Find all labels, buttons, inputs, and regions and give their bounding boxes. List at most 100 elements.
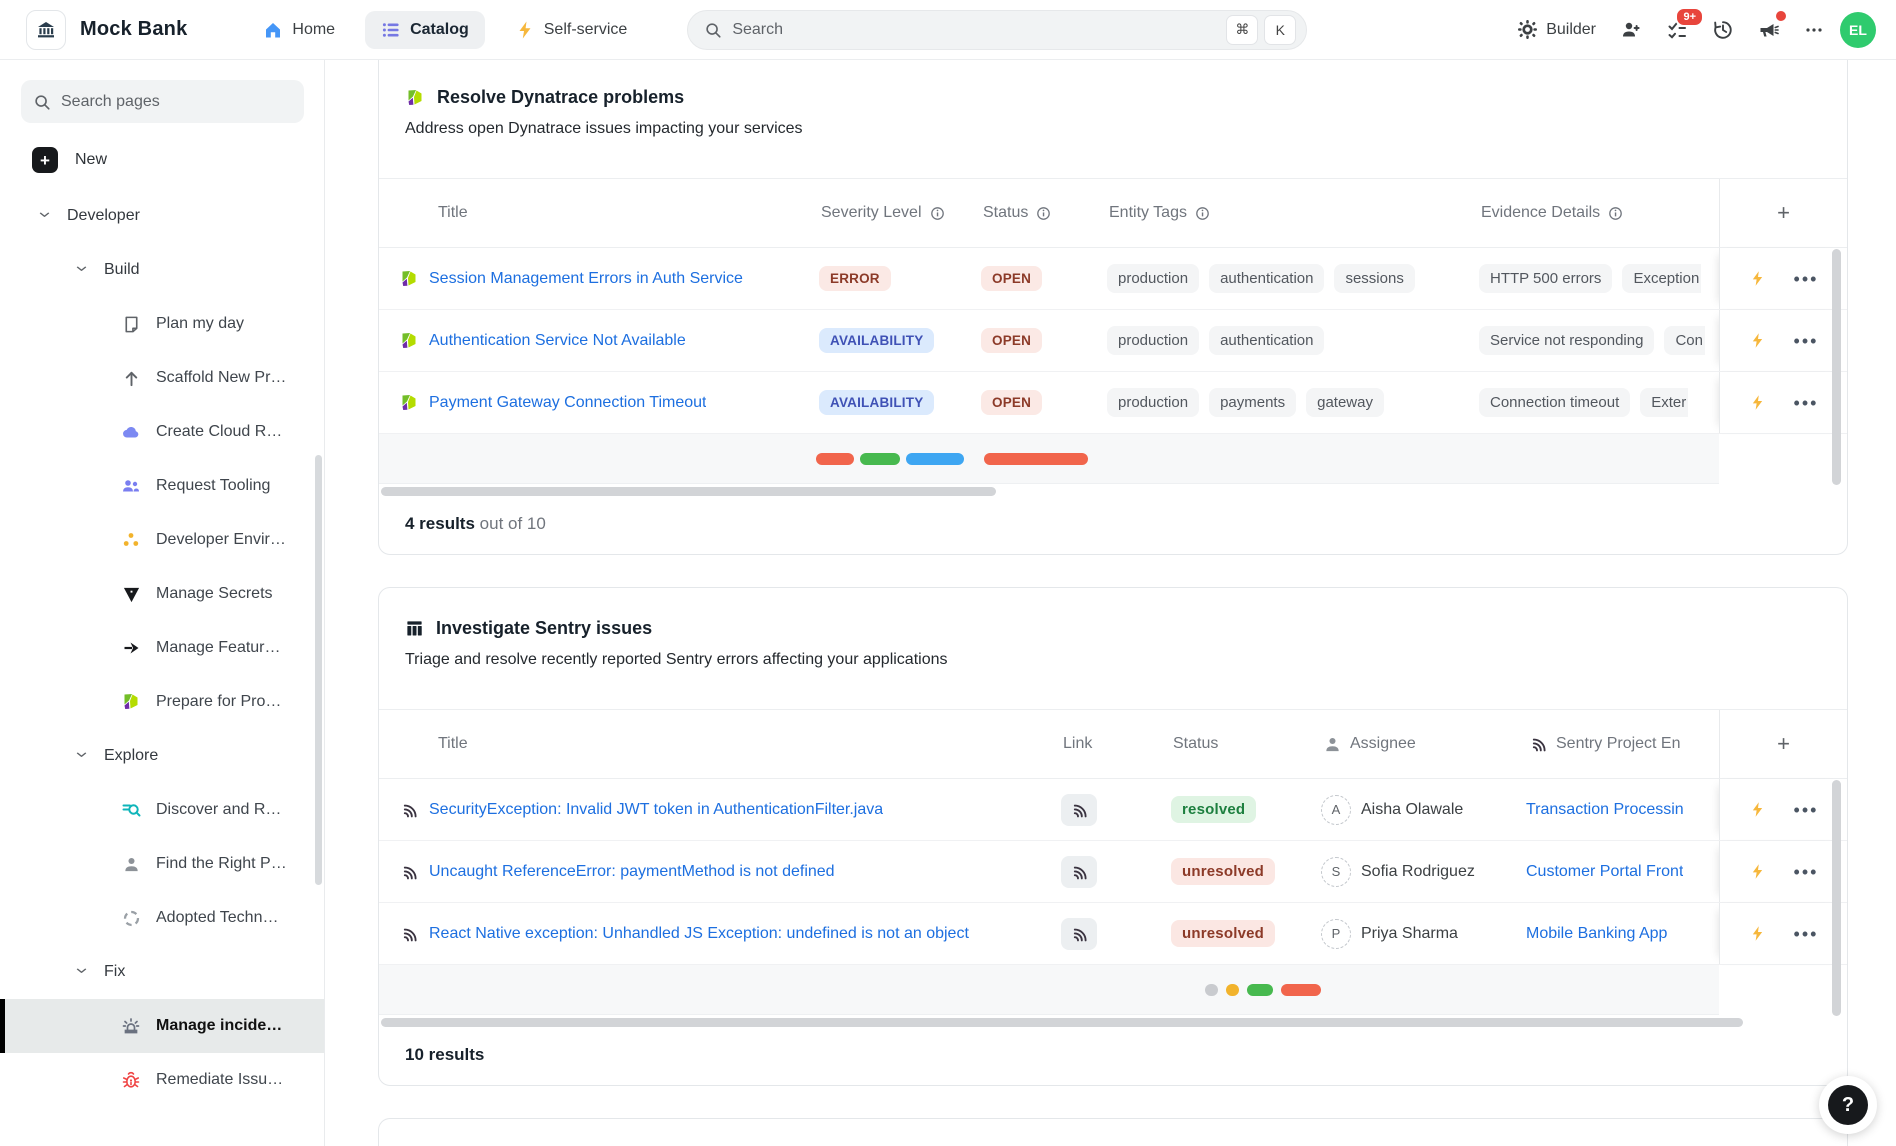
column-header[interactable]: Title: [379, 735, 1061, 753]
add-column-button[interactable]: +: [1719, 179, 1847, 247]
sidebar-item[interactable]: Remediate Issu…: [0, 1053, 324, 1107]
bolt-small-icon[interactable]: [1749, 270, 1766, 287]
sidebar-item[interactable]: Adopted Techn…: [0, 891, 324, 945]
column-header[interactable]: Status: [1171, 735, 1321, 753]
user-avatar[interactable]: EL: [1840, 12, 1876, 48]
bolt-small-icon[interactable]: [1749, 925, 1766, 942]
status-badge: unresolved: [1171, 858, 1275, 885]
sidebar-item[interactable]: Discover and R…: [0, 783, 324, 837]
tag-chip: Exter: [1640, 388, 1688, 417]
row-title-link[interactable]: Session Management Errors in Auth Servic…: [429, 270, 743, 288]
tag-chip: production: [1107, 264, 1199, 293]
row-title-link[interactable]: SecurityException: Invalid JWT token in …: [429, 801, 883, 819]
assignee-name: Priya Sharma: [1361, 925, 1458, 943]
dynatrace-icon: [121, 692, 141, 712]
column-header[interactable]: Title: [379, 204, 819, 222]
column-header[interactable]: Evidence Details: [1479, 204, 1719, 222]
horizontal-scrollbar[interactable]: [379, 1015, 1847, 1029]
vertical-scrollbar[interactable]: [1832, 780, 1841, 1016]
sidebar-tree: DeveloperBuildPlan my day Scaffold New Pr…: [0, 189, 324, 1107]
sidebar-item[interactable]: Developer Envir…: [0, 513, 324, 567]
new-page-button[interactable]: + New: [0, 137, 324, 183]
column-header[interactable]: Entity Tags: [1107, 204, 1479, 222]
row-title-link[interactable]: Authentication Service Not Available: [429, 332, 686, 350]
external-link-button[interactable]: [1061, 918, 1097, 950]
row-title-link[interactable]: Uncaught ReferenceError: paymentMethod i…: [429, 863, 835, 881]
nav-tab-home[interactable]: Home: [247, 11, 351, 49]
status-badge: AVAILABILITY: [819, 390, 934, 415]
sidebar-item[interactable]: Manage Secrets: [0, 567, 324, 621]
sidebar-item[interactable]: Create Cloud R…: [0, 405, 324, 459]
loading-row: [379, 965, 1719, 1015]
horizontal-scrollbar[interactable]: [379, 484, 1847, 498]
megaphone-button[interactable]: [1750, 11, 1788, 49]
k-keycap: K: [1264, 15, 1296, 45]
column-header[interactable]: Assignee: [1321, 735, 1526, 754]
row-title-link[interactable]: React Native exception: Unhandled JS Exc…: [429, 925, 969, 943]
sidebar-item-label: Scaffold New Pr…: [156, 369, 286, 387]
row-title-link[interactable]: Payment Gateway Connection Timeout: [429, 394, 706, 412]
sidebar-search[interactable]: [21, 80, 304, 123]
nav-tab-catalog[interactable]: Catalog: [365, 11, 485, 49]
sidebar-item[interactable]: Scaffold New Pr…: [0, 351, 324, 405]
nav-tab-self-service[interactable]: Self-service: [499, 11, 644, 49]
sentry-icon: [399, 800, 419, 820]
sidebar-item[interactable]: Manage incide…: [0, 999, 324, 1053]
sidebar-item[interactable]: Find the Right P…: [0, 837, 324, 891]
sidebar-group-build[interactable]: Build: [0, 243, 324, 297]
info-icon: [1195, 206, 1210, 221]
tasks-button[interactable]: 9+: [1658, 11, 1696, 49]
bolt-small-icon[interactable]: [1749, 863, 1766, 880]
column-header[interactable]: Sentry Project En: [1526, 734, 1719, 754]
sidebar-group-fix[interactable]: Fix: [0, 945, 324, 999]
tag-chip: authentication: [1209, 326, 1324, 355]
widget-subtitle: Triage and resolve recently reported Sen…: [405, 651, 1821, 669]
project-link[interactable]: Transaction Processin: [1526, 801, 1684, 819]
table-header-row: TitleSeverity LevelStatusEntity TagsEvid…: [379, 178, 1847, 248]
gear-button[interactable]: Builder: [1509, 11, 1604, 48]
bolt-small-icon[interactable]: [1749, 801, 1766, 818]
search-lines-icon: [121, 800, 141, 820]
sidebar-item[interactable]: Plan my day: [0, 297, 324, 351]
tag-chip: sessions: [1334, 264, 1414, 293]
sidebar-item[interactable]: Manage Featur…: [0, 621, 324, 675]
search-input[interactable]: [732, 21, 1220, 39]
history-button[interactable]: [1704, 11, 1742, 49]
dynatrace-icon: [399, 393, 419, 413]
project-link[interactable]: Customer Portal Front: [1526, 863, 1683, 881]
sidebar-item-label: Find the Right P…: [156, 855, 287, 873]
person-add-button[interactable]: [1612, 11, 1650, 49]
column-header[interactable]: Link: [1061, 735, 1171, 753]
widget-title: Investigate Sentry issues: [436, 618, 652, 639]
sidebar-group-explore[interactable]: Explore: [0, 729, 324, 783]
table-header-row: TitleLinkStatusAssigneeSentry Project En…: [379, 709, 1847, 779]
column-header[interactable]: Status: [981, 204, 1107, 222]
bolt-small-icon[interactable]: [1749, 394, 1766, 411]
loading-pill: [816, 453, 854, 465]
chevron-down-icon: [75, 264, 88, 277]
ellipsis-button[interactable]: [1796, 12, 1832, 48]
bolt-small-icon[interactable]: [1749, 332, 1766, 349]
tag-chip: Con: [1664, 326, 1705, 355]
add-column-button[interactable]: +: [1719, 710, 1847, 778]
help-button[interactable]: ?: [1819, 1076, 1877, 1134]
sidebar-scrollbar[interactable]: [315, 455, 322, 885]
sidebar-item-label: Create Cloud R…: [156, 423, 282, 441]
external-link-button[interactable]: [1061, 794, 1097, 826]
app-logo[interactable]: [26, 10, 66, 50]
project-link[interactable]: Mobile Banking App: [1526, 925, 1667, 943]
vertical-scrollbar[interactable]: [1832, 249, 1841, 485]
sidebar-item[interactable]: Prepare for Pro…: [0, 675, 324, 729]
sentry-icon: [1069, 800, 1089, 820]
sidebar-search-input[interactable]: [61, 93, 292, 111]
sidebar-item[interactable]: Request Tooling: [0, 459, 324, 513]
main-content: Resolve Dynatrace problems Address open …: [325, 60, 1896, 1146]
external-link-button[interactable]: [1061, 856, 1097, 888]
sidebar-item-label: Request Tooling: [156, 477, 270, 495]
global-search[interactable]: ⌘ K: [687, 10, 1307, 50]
loading-pill: [984, 453, 1088, 465]
sidebar-group-developer[interactable]: Developer: [0, 189, 324, 243]
info-icon: [930, 206, 945, 221]
nav-tab-label: Self-service: [544, 21, 628, 39]
column-header[interactable]: Severity Level: [819, 204, 981, 222]
